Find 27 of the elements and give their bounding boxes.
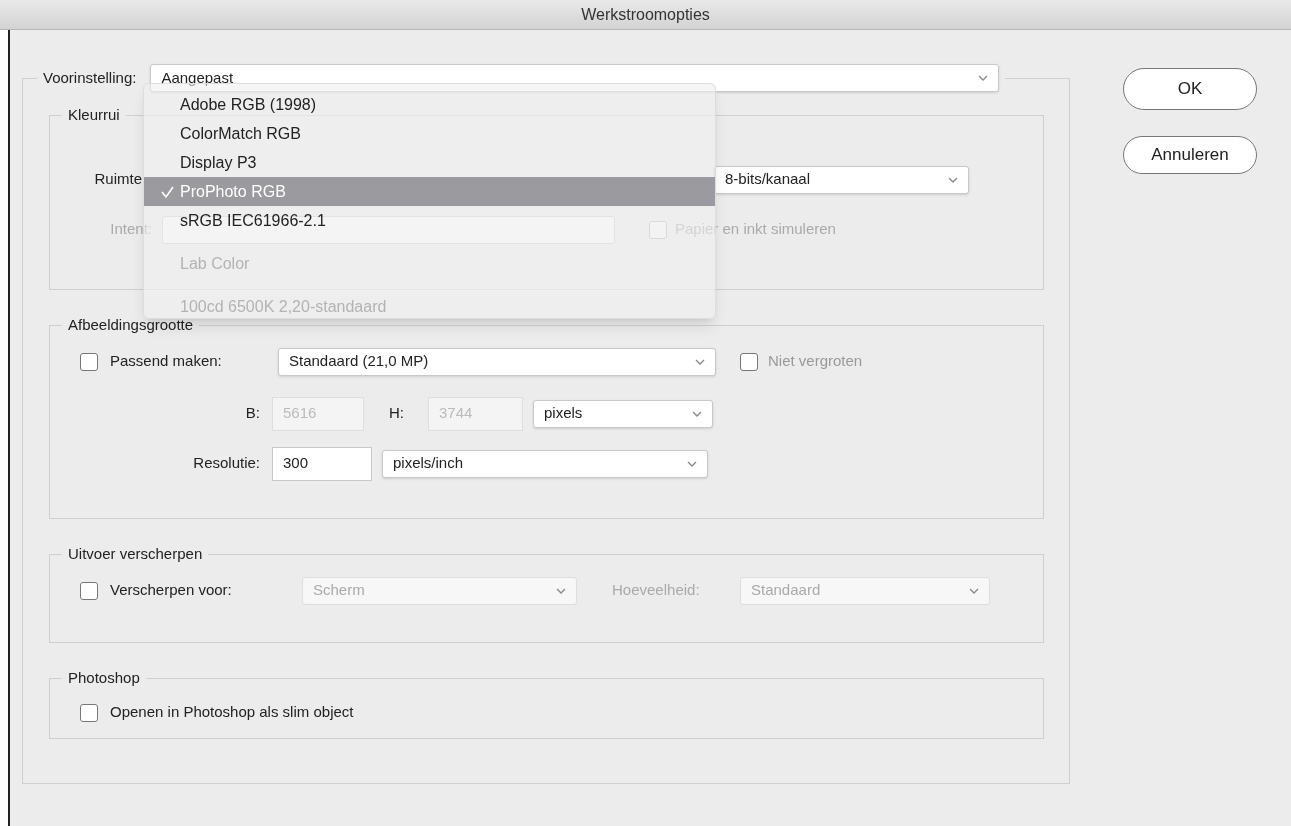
checkbox-label: Niet vergroten [768,351,863,372]
group-title: Afbeeldingsgrootte [68,316,194,333]
checkbox-label: Openen in Photoshop als slim object [110,702,354,723]
amount-label: Hoeveelheid: [612,580,701,601]
height-label: H: [388,403,404,424]
menu-item[interactable]: Adobe RGB (1998) [144,90,323,119]
checkbox-label: Verscherpen voor: [110,580,233,601]
width-label: B: [244,403,260,424]
fit-dropdown[interactable]: Standaard (21,0 MP) [278,347,716,376]
window-title: Werkstroomopties [581,4,710,25]
depth-dropdown[interactable]: 8-bits/kanaal [714,165,969,194]
menu-item[interactable]: ColorMatch RGB [144,119,307,148]
unit-dropdown[interactable]: pixels [533,399,713,428]
dialog-button[interactable]: OK [1123,68,1257,110]
group-title: Uitvoer verscherpen [68,545,203,562]
resolution-label: Resolutie: [192,453,260,474]
resolution-field[interactable]: 300 [272,446,372,481]
preset-dropdown[interactable]: Aangepast [150,64,1000,92]
checkbox-label: Passend maken: [110,351,223,372]
group-title: Kleurrui [68,106,120,123]
group-title: Photoshop [68,669,140,686]
preset-label: Voorinstelling: [43,67,137,88]
dialog-button[interactable]: Annuleren [1123,136,1257,174]
space-label: Ruimte [93,169,142,190]
intent-label: Intent: [109,219,152,240]
menu-item[interactable]: Display P3 [144,148,263,177]
resolution-unit-dropdown[interactable]: pixels/inch [382,449,708,478]
